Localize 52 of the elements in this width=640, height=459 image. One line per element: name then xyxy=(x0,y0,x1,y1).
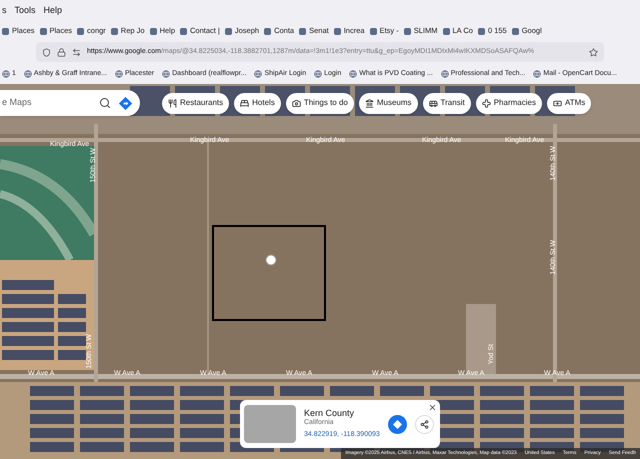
directions-icon xyxy=(392,420,402,428)
site-icon xyxy=(2,28,9,34)
site-icon xyxy=(404,28,411,34)
globe-icon xyxy=(24,70,32,78)
site-icon xyxy=(224,28,232,34)
camera-icon xyxy=(292,98,301,108)
site-icon xyxy=(299,28,306,34)
globe-icon xyxy=(162,70,170,78)
photo-placeholder xyxy=(244,405,296,443)
globe-icon xyxy=(533,70,542,78)
share-icon xyxy=(420,420,429,428)
site-icon xyxy=(110,28,118,34)
menu-item[interactable]: s xyxy=(2,4,6,18)
search-field[interactable]: e Maps xyxy=(2,96,91,110)
globe-icon xyxy=(349,70,358,78)
star-icon[interactable] xyxy=(589,48,598,56)
close-icon[interactable] xyxy=(428,403,437,412)
search-box[interactable]: e Maps xyxy=(0,90,140,116)
site-icon xyxy=(150,28,157,34)
search-icon[interactable] xyxy=(99,97,111,109)
permissions-icon xyxy=(72,48,81,56)
site-icon xyxy=(40,28,47,34)
banknote-icon xyxy=(552,98,562,108)
site-icon xyxy=(77,28,84,34)
menu-item[interactable]: Help xyxy=(44,4,62,18)
site-icon xyxy=(478,28,485,34)
category-chip[interactable]: Pharmacies xyxy=(476,92,542,114)
site-icon xyxy=(442,28,450,34)
category-chip[interactable]: Restaurants xyxy=(162,92,230,114)
directions-icon[interactable] xyxy=(119,96,132,110)
site-icon xyxy=(180,28,187,34)
museum-icon xyxy=(364,98,374,108)
bus-icon xyxy=(428,98,438,108)
utensils-icon xyxy=(168,98,177,108)
globe-icon xyxy=(314,70,322,78)
site-icon xyxy=(264,28,272,34)
place-title: Kern County xyxy=(304,408,356,419)
globe-icon xyxy=(2,70,10,78)
cross-icon xyxy=(482,98,491,108)
category-chip[interactable]: Things to do xyxy=(286,92,354,114)
globe-icon xyxy=(254,70,262,78)
globe-icon xyxy=(114,70,123,78)
shield-icon xyxy=(42,48,51,56)
bed-icon xyxy=(240,98,250,108)
site-icon xyxy=(370,28,377,34)
site-icon xyxy=(512,28,519,34)
directions-button[interactable] xyxy=(388,414,407,434)
lock-icon xyxy=(57,48,66,56)
share-button[interactable] xyxy=(414,414,434,434)
menu-item[interactable]: Tools xyxy=(14,4,36,18)
site-icon xyxy=(334,28,341,34)
globe-icon xyxy=(440,70,449,78)
